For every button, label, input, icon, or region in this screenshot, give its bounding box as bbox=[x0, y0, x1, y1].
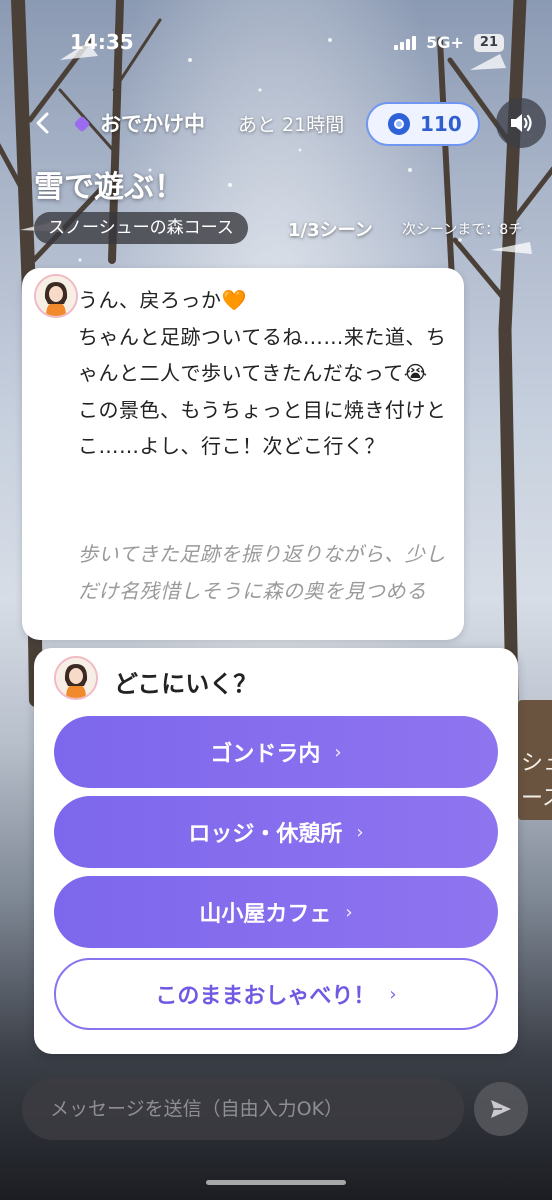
page-title: 雪で遊ぶ！ bbox=[34, 170, 184, 205]
next-scene-label: 次シーンまで：8チ bbox=[402, 222, 523, 238]
choice-cafe-button[interactable]: 山小屋カフェ › bbox=[54, 876, 498, 948]
chevron-right-icon: › bbox=[356, 821, 364, 843]
avatar bbox=[34, 274, 78, 318]
choice-label: ゴンドラ内 bbox=[210, 742, 321, 767]
status-time: 14:35 bbox=[70, 30, 134, 54]
coin-balance-button[interactable]: 110 bbox=[366, 102, 480, 146]
message-text: うん、戻ろっか🧡 ちゃんと足跡ついてるね……来た道、ちゃんと二人で歩いてきたんだ… bbox=[78, 288, 447, 458]
chevron-left-icon bbox=[36, 112, 49, 134]
status-indicators: 5G+ 21 bbox=[394, 33, 504, 52]
message-bubble: うん、戻ろっか🧡 ちゃんと足跡ついてるね……来た道、ちゃんと二人で歩いてきたんだ… bbox=[22, 268, 464, 640]
scene-progress: 1/3シーン bbox=[288, 220, 373, 241]
signal-icon bbox=[394, 35, 417, 50]
svg-text:ース: ース bbox=[521, 786, 552, 811]
chevron-right-icon: › bbox=[334, 741, 342, 763]
choice-label: このままおしゃべり！ bbox=[155, 984, 376, 1009]
choice-label: ロッジ・休憩所 bbox=[188, 822, 343, 847]
course-badge: スノーシューの森コース bbox=[34, 212, 248, 244]
coin-icon bbox=[388, 113, 410, 135]
keep-chatting-button[interactable]: このままおしゃべり！ › bbox=[54, 958, 498, 1030]
send-icon bbox=[491, 1100, 511, 1118]
chevron-right-icon: › bbox=[389, 983, 397, 1005]
choice-lodge-button[interactable]: ロッジ・休憩所 › bbox=[54, 796, 498, 868]
remaining-time: あと 21時間 bbox=[238, 114, 345, 136]
outing-label: おでかけ中 bbox=[100, 112, 205, 136]
choice-gondola-button[interactable]: ゴンドラ内 › bbox=[54, 716, 498, 788]
network-label: 5G+ bbox=[426, 33, 464, 52]
home-indicator bbox=[206, 1180, 346, 1185]
battery-icon: 21 bbox=[473, 33, 504, 52]
coin-count: 110 bbox=[420, 112, 462, 136]
speaker-icon bbox=[511, 114, 532, 132]
sound-button[interactable] bbox=[496, 98, 546, 148]
send-button[interactable] bbox=[474, 1082, 528, 1136]
back-button[interactable] bbox=[28, 108, 58, 138]
chevron-right-icon: › bbox=[345, 901, 353, 923]
choice-question: どこにいく？ bbox=[114, 670, 258, 698]
message-action-text: 歩いてきた足跡を振り返りながら、少しだけ名残惜しそうに森の奥を見つめる bbox=[78, 542, 446, 603]
destination-choice-panel: どこにいく？ ゴンドラ内 › ロッジ・休憩所 › 山小屋カフェ › このままおし… bbox=[34, 648, 518, 1054]
svg-text:シュ: シュ bbox=[521, 751, 552, 776]
choice-label: 山小屋カフェ bbox=[199, 902, 332, 927]
avatar bbox=[54, 656, 98, 700]
message-input[interactable] bbox=[22, 1078, 464, 1140]
